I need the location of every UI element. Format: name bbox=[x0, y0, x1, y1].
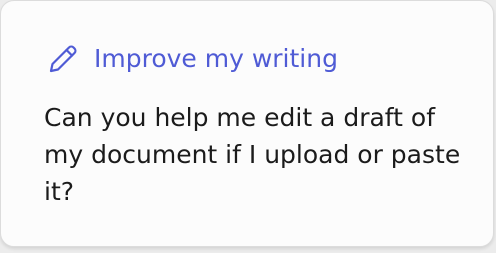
card-title: Improve my writing bbox=[94, 44, 338, 73]
suggestion-card[interactable]: Improve my writing Can you help me edit … bbox=[0, 0, 494, 247]
card-description: Can you help me edit a draft of my docum… bbox=[44, 103, 461, 206]
pencil-icon bbox=[47, 43, 79, 75]
card-header: Improve my writing bbox=[47, 39, 338, 79]
